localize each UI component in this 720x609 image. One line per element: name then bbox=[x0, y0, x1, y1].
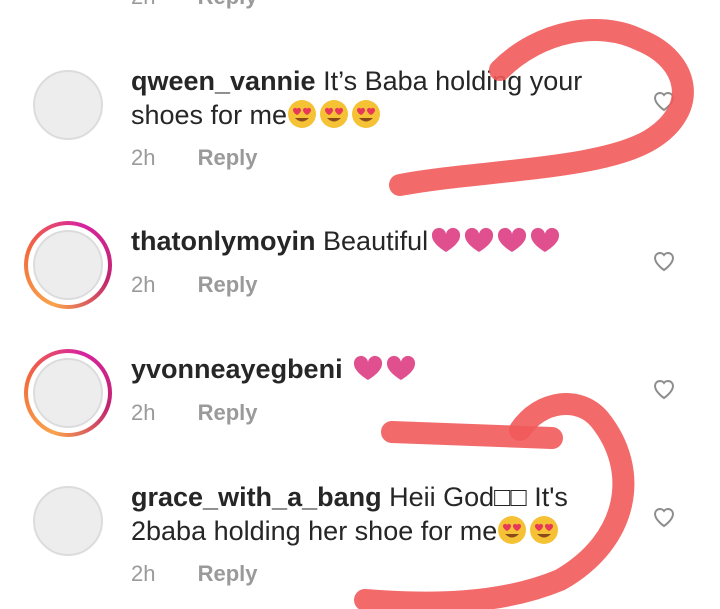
smiling-face-with-heart-eyes-icon bbox=[320, 100, 349, 128]
like-heart-icon[interactable] bbox=[652, 506, 676, 528]
comment-username[interactable]: yvonneayegbeni bbox=[131, 354, 343, 384]
reply-button[interactable]: Reply bbox=[198, 0, 258, 9]
like-heart-icon[interactable] bbox=[652, 90, 676, 112]
comment-time: 2h bbox=[131, 272, 156, 297]
smiling-face-with-heart-eyes-icon bbox=[498, 516, 527, 544]
avatar[interactable] bbox=[24, 221, 112, 309]
pink-heart-icon bbox=[498, 227, 527, 252]
comments-screen: 2h Reply qween_vannie It’s Baba holding … bbox=[0, 0, 720, 609]
comment-time: 2h bbox=[131, 145, 156, 170]
reply-button[interactable]: Reply bbox=[198, 561, 258, 586]
smiling-face-with-heart-eyes-icon bbox=[530, 516, 559, 544]
reply-button[interactable]: Reply bbox=[198, 400, 258, 425]
avatar[interactable] bbox=[33, 486, 103, 556]
reply-button[interactable]: Reply bbox=[198, 272, 258, 297]
pink-heart-icon bbox=[465, 227, 494, 252]
pink-heart-icon bbox=[432, 227, 461, 252]
comment-body: thatonlymoyin Beautiful bbox=[131, 224, 631, 258]
avatar[interactable] bbox=[33, 70, 103, 140]
pink-heart-icon bbox=[354, 355, 383, 380]
pink-heart-icon bbox=[387, 355, 416, 380]
comment-meta: 2h Reply bbox=[131, 272, 258, 298]
comment-meta: 2h Reply bbox=[131, 561, 258, 587]
like-heart-icon[interactable] bbox=[652, 250, 676, 272]
reply-button[interactable]: Reply bbox=[198, 145, 258, 170]
comment-time: 2h bbox=[131, 0, 155, 9]
comment-username[interactable]: qween_vannie bbox=[131, 66, 316, 96]
comment-meta: 2h Reply bbox=[131, 145, 258, 171]
comment-meta-top: 2h Reply bbox=[131, 0, 258, 10]
comment-time: 2h bbox=[131, 400, 156, 425]
comment-body: grace_with_a_bang Heii God□□ It's 2baba … bbox=[131, 480, 631, 548]
comment-body: qween_vannie It’s Baba holding your shoe… bbox=[131, 64, 631, 132]
comment-username[interactable]: thatonlymoyin bbox=[131, 226, 316, 256]
comment-text: Beautiful bbox=[323, 226, 429, 256]
like-heart-icon[interactable] bbox=[652, 378, 676, 400]
smiling-face-with-heart-eyes-icon bbox=[288, 100, 317, 128]
pink-heart-icon bbox=[531, 227, 560, 252]
comment-meta: 2h Reply bbox=[131, 400, 258, 426]
smiling-face-with-heart-eyes-icon bbox=[352, 100, 381, 128]
avatar[interactable] bbox=[24, 349, 112, 437]
comment-time: 2h bbox=[131, 561, 156, 586]
comment-username[interactable]: grace_with_a_bang bbox=[131, 482, 382, 512]
comment-body: yvonneayegbeni bbox=[131, 352, 631, 386]
